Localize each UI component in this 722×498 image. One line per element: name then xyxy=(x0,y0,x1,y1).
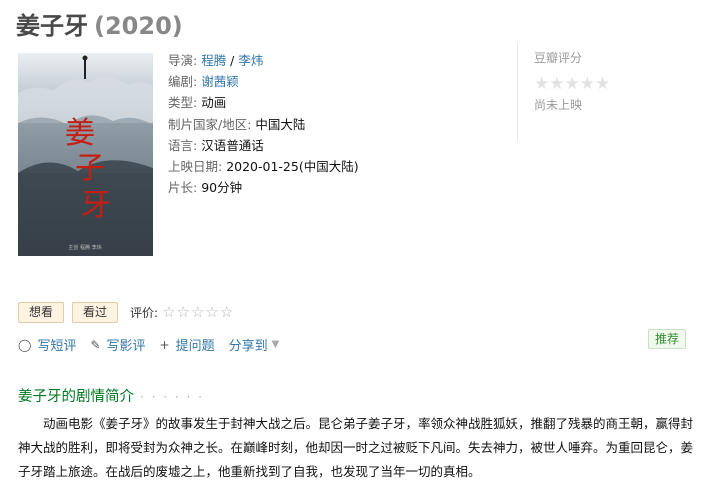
rating-note: 尚未上映 xyxy=(534,98,583,112)
writer-link[interactable]: 谢茜颖 xyxy=(201,74,239,89)
douban-rating-box: 豆瓣评分 ★★★★★ 尚未上映 xyxy=(517,43,697,141)
rating-stars-icon: ★★★★★ xyxy=(534,74,611,94)
share-dropdown[interactable]: 分享到 ▼ xyxy=(229,335,280,354)
info-genre: 类型: 动画 xyxy=(168,92,359,113)
info-country: 制片国家/地区: 中国大陆 xyxy=(168,114,359,135)
interest-actions: 想看 看过 评价: ☆☆☆☆☆ xyxy=(18,301,234,323)
director-link-1[interactable]: 程腾 xyxy=(201,53,226,68)
movie-year: (2020) xyxy=(94,12,183,40)
movie-title: 姜子牙 (2020) xyxy=(16,6,183,41)
write-review-link[interactable]: ✎ 写影评 xyxy=(90,335,146,355)
plus-icon: + xyxy=(159,337,170,352)
rate-stars-input[interactable]: ☆☆☆☆☆ xyxy=(162,303,234,321)
poster-image: 姜 子 牙 主创 程腾 李炜 xyxy=(18,53,153,256)
poster-title-glyph-3: 牙 xyxy=(81,188,111,223)
write-comment-link[interactable]: ◯ 写短评 xyxy=(18,335,77,355)
runtime-label: 片长: xyxy=(168,180,202,196)
seen-button[interactable]: 看过 xyxy=(72,301,119,323)
poster-credit: 主创 程腾 李炜 xyxy=(68,244,101,251)
operation-links: ◯ 写短评 ✎ 写影评 + 提问题 分享到 ▼ xyxy=(18,335,293,355)
country-label: 制片国家/地区: xyxy=(168,116,256,132)
rating-title: 豆瓣评分 xyxy=(534,51,583,65)
release-label: 上映日期: xyxy=(168,159,227,175)
info-language: 语言: 汉语普通话 xyxy=(168,135,359,156)
info-runtime: 片长: 90分钟 xyxy=(168,177,359,198)
language-value: 汉语普通话 xyxy=(201,137,264,153)
director-link-2[interactable]: 李炜 xyxy=(238,53,263,68)
chevron-down-icon: ▼ xyxy=(271,339,280,350)
runtime-value: 90分钟 xyxy=(201,180,243,196)
intro-text: 动画电影《姜子牙》的故事发生于封神大战之后。昆仑弟子姜子牙，率领众神战胜狐妖，推… xyxy=(18,416,694,479)
poster-title-glyph-2: 子 xyxy=(75,151,105,186)
movie-poster[interactable]: 姜 子 牙 主创 程腾 李炜 xyxy=(18,53,153,256)
writer-label: 编剧: xyxy=(168,74,202,90)
comment-icon: ◯ xyxy=(18,337,32,352)
write-comment-label: 写短评 xyxy=(37,339,77,354)
director-separator: / xyxy=(226,53,239,68)
intro-title: 姜子牙的剧情简介 xyxy=(18,389,134,405)
release-value: 2020-01-25(中国大陆) xyxy=(226,159,359,175)
pencil-icon: ✎ xyxy=(90,337,101,352)
language-label: 语言: xyxy=(168,137,202,153)
rate-label: 评价: xyxy=(130,305,159,320)
intro-dots: · · · · · · xyxy=(140,390,204,404)
movie-info: 导演: 程腾 / 李炜 编剧: 谢茜颖 类型: 动画 制片国家/地区: 中国大陆… xyxy=(168,50,359,198)
info-writer: 编剧: 谢茜颖 xyxy=(168,71,359,92)
ask-question-label: 提问题 xyxy=(175,339,215,354)
write-review-label: 写影评 xyxy=(106,339,146,354)
wish-button[interactable]: 想看 xyxy=(18,301,65,323)
share-label: 分享到 xyxy=(228,339,268,354)
info-release: 上映日期: 2020-01-25(中国大陆) xyxy=(168,156,359,177)
recommend-button[interactable]: 推荐 xyxy=(648,329,687,349)
genre-value: 动画 xyxy=(201,95,227,111)
ask-question-link[interactable]: + 提问题 xyxy=(159,335,215,355)
movie-name: 姜子牙 xyxy=(16,12,88,40)
genre-label: 类型: xyxy=(168,95,202,111)
director-label: 导演: xyxy=(168,53,202,68)
intro-heading: 姜子牙的剧情简介 · · · · · · xyxy=(18,385,204,406)
poster-title-glyph-1: 姜 xyxy=(65,116,95,151)
info-director: 导演: 程腾 / 李炜 xyxy=(168,50,359,71)
country-value: 中国大陆 xyxy=(255,116,306,132)
